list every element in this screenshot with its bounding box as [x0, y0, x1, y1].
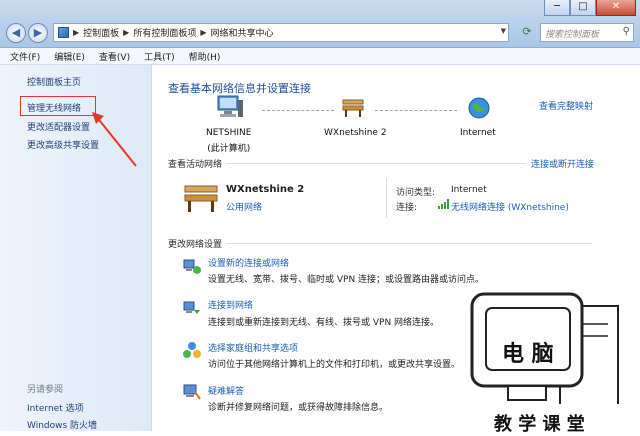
divider	[226, 243, 592, 244]
network-setup-icon	[183, 259, 201, 274]
window-controls: ─ □ ✕	[544, 0, 636, 16]
watermark-line1: 电 脑	[502, 342, 554, 367]
network-link-line	[262, 110, 334, 111]
node-internet[interactable]: Internet	[460, 128, 496, 138]
network-type-link[interactable]: 公用网络	[226, 200, 262, 213]
bench-icon	[342, 99, 364, 117]
menu-bar: 文件(F) 编辑(E) 查看(V) 工具(T) 帮助(H)	[0, 48, 640, 65]
task-setup-connection-link[interactable]: 设置新的连接或网络	[208, 256, 289, 269]
navigation-bar: ◀ ▶ ▶ 控制面板 ▶ 所有控制面板项 ▶ 网络和共享中心 ▼ ⟳ 搜索控制面…	[6, 22, 634, 44]
watermark-line2: 教 学 课 堂	[494, 414, 585, 435]
network-link-line	[375, 110, 457, 111]
access-type-label: 访问类型:	[396, 188, 436, 198]
chevron-right-icon: ▶	[200, 28, 207, 37]
task-homegroup-link[interactable]: 选择家庭组和共享选项	[208, 341, 298, 354]
node-network[interactable]: WXnetshine 2	[324, 128, 387, 138]
task-troubleshoot-desc: 诊断并修复网络问题，或获得故障排除信息。	[208, 403, 389, 413]
forward-button[interactable]: ▶	[28, 23, 48, 43]
sidebar-item-windows-firewall[interactable]: Windows 防火墙	[27, 418, 97, 431]
task-troubleshoot-link[interactable]: 疑难解答	[208, 384, 244, 397]
bench-icon	[184, 185, 218, 212]
menu-tools[interactable]: 工具(T)	[144, 50, 175, 63]
homegroup-icon	[183, 342, 201, 358]
minimize-button[interactable]: ─	[544, 0, 570, 16]
task-connect-network-desc: 连接到或重新连接到无线、有线、拨号或 VPN 网络连接。	[208, 318, 440, 328]
node-this-computer[interactable]: NETSHINE (此计算机)	[206, 128, 251, 154]
task-setup-connection-desc: 设置无线、宽带、拨号、临时或 VPN 连接；或设置路由器或访问点。	[208, 275, 485, 285]
active-networks-title: 查看活动网络	[168, 160, 223, 170]
task-homegroup-desc: 访问位于其他网络计算机上的文件和打印机，或更改共享设置。	[208, 360, 461, 370]
chevron-right-icon: ▶	[123, 28, 130, 37]
sidebar-item-internet-options[interactable]: Internet 选项	[27, 401, 84, 414]
connection-label: 连接:	[396, 203, 418, 213]
menu-file[interactable]: 文件(F)	[10, 50, 40, 63]
sidebar-item-advanced-sharing[interactable]: 更改高级共享设置	[27, 138, 99, 151]
wifi-signal-icon	[438, 199, 449, 209]
computer-icon	[217, 95, 243, 117]
connect-disconnect-link[interactable]: 连接或断开连接	[531, 157, 594, 170]
back-button[interactable]: ◀	[6, 23, 26, 43]
menu-view[interactable]: 查看(V)	[99, 50, 130, 63]
arrow-annotation-icon	[92, 112, 137, 167]
search-input[interactable]: 搜索控制面板 ⚲	[540, 23, 634, 42]
change-settings-title: 更改网络设置	[168, 240, 223, 250]
node-name: NETSHINE	[206, 128, 252, 138]
see-also-title: 另请参阅	[27, 385, 64, 395]
full-map-link[interactable]: 查看完整映射	[539, 99, 593, 112]
maximize-button[interactable]: □	[570, 0, 596, 16]
node-sub: (此计算机)	[207, 144, 251, 154]
chevron-down-icon[interactable]: ▼	[501, 27, 506, 35]
chevron-right-icon: ▶	[73, 28, 80, 37]
wireless-connection-link[interactable]: 无线网络连接 (WXnetshine)	[451, 200, 569, 213]
breadcrumb-network-center[interactable]: 网络和共享中心	[211, 26, 274, 39]
control-panel-icon	[58, 27, 69, 38]
breadcrumb-all-items[interactable]: 所有控制面板项	[133, 26, 196, 39]
address-bar[interactable]: ▶ 控制面板 ▶ 所有控制面板项 ▶ 网络和共享中心 ▼	[53, 23, 509, 42]
connect-network-icon	[183, 301, 200, 314]
sidebar-item-adapter-settings[interactable]: 更改适配器设置	[27, 120, 90, 133]
task-connect-network-link[interactable]: 连接到网络	[208, 298, 253, 311]
breadcrumb-control-panel[interactable]: 控制面板	[83, 26, 119, 39]
search-icon[interactable]: ⚲	[623, 26, 630, 37]
highlight-box	[20, 96, 96, 116]
access-type-value: Internet	[451, 185, 487, 195]
menu-edit[interactable]: 编辑(E)	[54, 50, 85, 63]
search-placeholder: 搜索控制面板	[545, 30, 600, 40]
menu-help[interactable]: 帮助(H)	[189, 50, 221, 63]
troubleshoot-icon	[183, 384, 201, 400]
sidebar-item-control-panel-home[interactable]: 控制面板主页	[27, 75, 81, 88]
close-button[interactable]: ✕	[596, 0, 636, 16]
active-network-name: WXnetshine 2	[226, 184, 305, 195]
refresh-icon[interactable]: ⟳	[519, 24, 535, 40]
window-titlebar: ─ □ ✕ ◀ ▶ ▶ 控制面板 ▶ 所有控制面板项 ▶ 网络和共享中心 ▼ ⟳…	[0, 0, 640, 48]
divider	[386, 178, 387, 218]
divider	[226, 163, 526, 164]
globe-icon	[468, 97, 490, 119]
